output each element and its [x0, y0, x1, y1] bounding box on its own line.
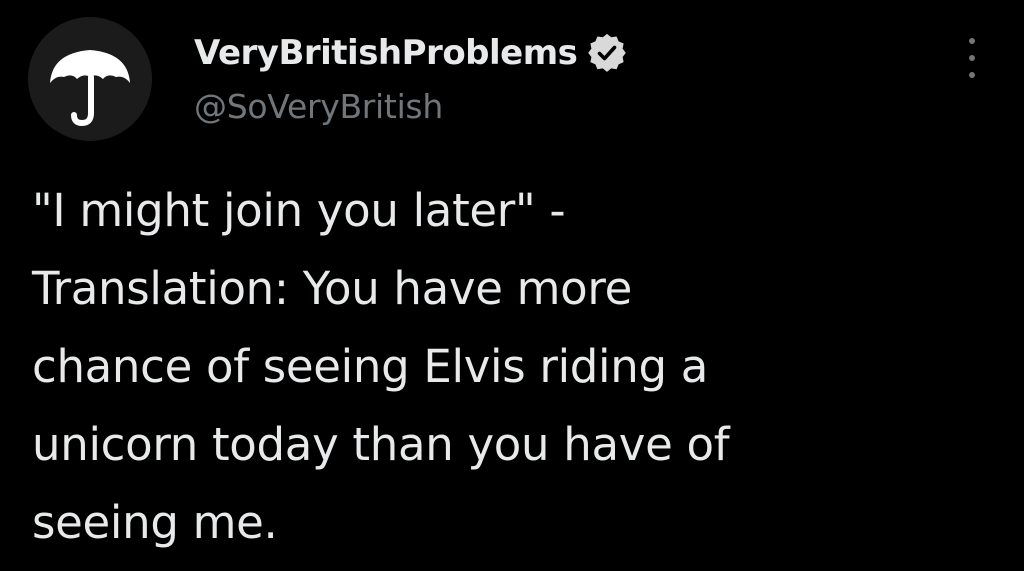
tweet-card: VeryBritishProblems @SoVeryBritish "I mi…	[0, 0, 1024, 571]
tweet-line-3: chance of seeing Elvis riding a	[32, 340, 709, 393]
verified-badge-icon[interactable]	[587, 33, 627, 73]
umbrella-icon	[28, 17, 152, 141]
user-handle[interactable]: @SoVeryBritish	[194, 87, 627, 126]
more-options-icon-dot-3	[969, 72, 975, 78]
tweet-text: "I might join you later" - Translation: …	[32, 172, 992, 562]
more-options-icon-dot-2	[969, 55, 975, 61]
avatar[interactable]	[28, 17, 152, 141]
more-options-icon	[969, 38, 975, 44]
tweet-line-1: "I might join you later" -	[32, 184, 566, 237]
display-name-row: VeryBritishProblems	[194, 27, 627, 79]
more-options-button[interactable]	[956, 38, 988, 78]
tweet-line-4: unicorn today than you have of	[32, 418, 730, 471]
tweet-line-5: seeing me.	[32, 496, 278, 549]
user-info: VeryBritishProblems @SoVeryBritish	[194, 27, 627, 147]
tweet-line-2: Translation: You have more	[32, 262, 633, 315]
display-name[interactable]: VeryBritishProblems	[194, 33, 578, 73]
